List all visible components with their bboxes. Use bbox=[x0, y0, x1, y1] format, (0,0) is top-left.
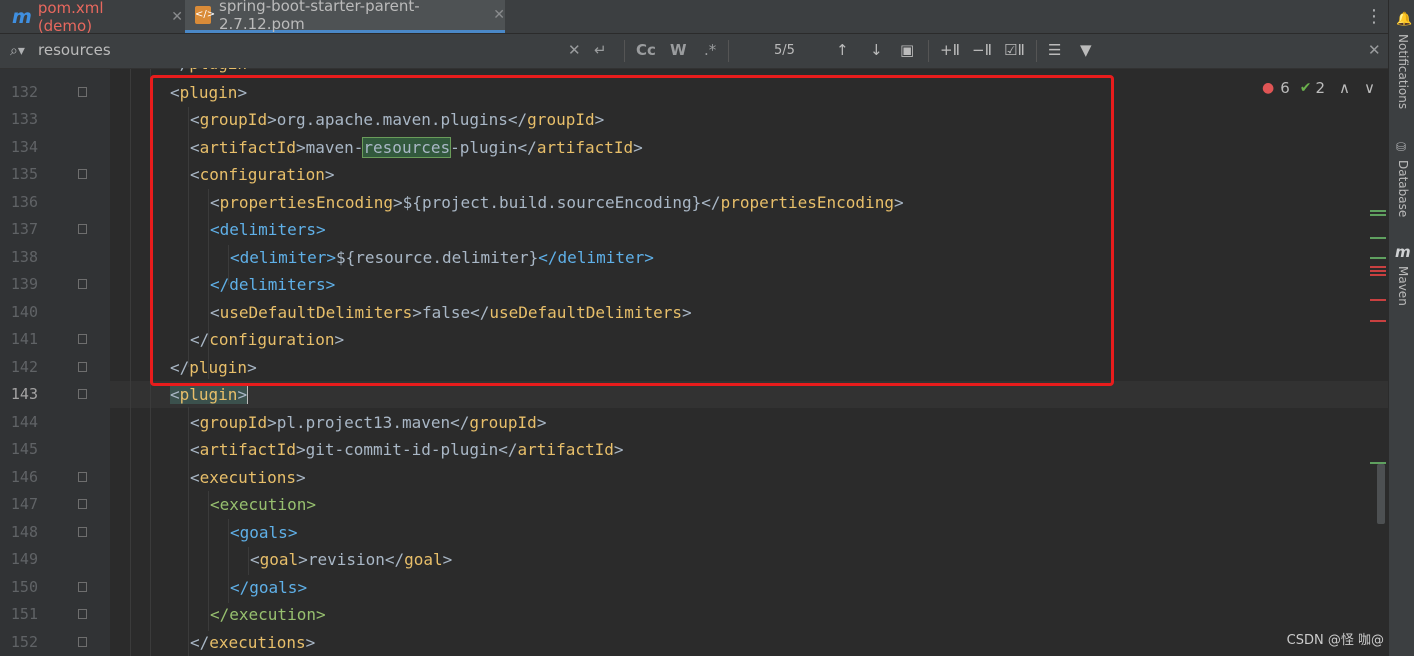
line-number: 142 bbox=[10, 357, 38, 376]
remove-occurrence-icon[interactable]: −Ⅱ bbox=[972, 41, 992, 59]
database-icon[interactable]: ⛁ bbox=[1396, 140, 1406, 154]
line-number: 145 bbox=[10, 440, 38, 458]
filter-search-results-icon[interactable]: ☰ bbox=[1048, 41, 1061, 59]
match-case-icon[interactable]: Cc bbox=[636, 41, 656, 59]
line-number: 139 bbox=[10, 275, 38, 293]
line-number: 140 bbox=[10, 302, 38, 321]
tab-pom-demo[interactable]: m pom.xml (demo) ✕ bbox=[0, 0, 183, 35]
line-number: 152 bbox=[10, 632, 38, 651]
watermark: CSDN @怪 咖@ bbox=[1286, 633, 1384, 648]
code-text: <execution> bbox=[210, 495, 316, 514]
line-number: 144 bbox=[10, 412, 38, 431]
tab-spring-boot-starter-parent[interactable]: </> spring-boot-starter-parent-2.7.12.po… bbox=[185, 0, 505, 33]
regex-icon[interactable]: .* bbox=[704, 41, 716, 59]
find-bar: ⌕▾ resources ✕ ↵ Cc W .* 5/5 ↑ ↓ ▣ +Ⅱ −Ⅱ… bbox=[0, 34, 1388, 69]
code-text: <executions> bbox=[190, 467, 306, 487]
new-line-icon[interactable]: ↵ bbox=[594, 41, 607, 59]
line-number: 147 bbox=[10, 495, 38, 513]
code-text: <artifactId>git-commit-id-plugin</artifa… bbox=[190, 440, 624, 459]
line-number: 136 bbox=[10, 192, 38, 211]
previous-highlighted-error-icon[interactable]: ∧ bbox=[1339, 79, 1350, 97]
tab-label: pom.xml (demo) bbox=[37, 0, 104, 35]
editor-tab-bar: m pom.xml (demo) ✕ </> spring-boot-start… bbox=[0, 0, 1388, 35]
error-count: 6 bbox=[1280, 79, 1290, 97]
fold-marker-icon[interactable] bbox=[78, 609, 87, 619]
line-number: 141 bbox=[10, 330, 38, 348]
words-icon[interactable]: W bbox=[670, 41, 687, 59]
match-count: 5/5 bbox=[774, 43, 795, 58]
vertical-scrollbar[interactable] bbox=[1377, 464, 1385, 524]
next-highlighted-error-icon[interactable]: ∨ bbox=[1364, 79, 1375, 97]
tab-label: spring-boot-starter-parent-2.7.12.pom bbox=[219, 0, 420, 33]
inspection-widget[interactable]: ● 6 ✔ 2 ∧ ∨ bbox=[1262, 79, 1375, 97]
code-text: </execution> bbox=[210, 605, 326, 624]
line-number: 143 bbox=[10, 385, 38, 403]
line-number: 149 bbox=[10, 550, 38, 568]
fold-marker-icon[interactable] bbox=[78, 279, 87, 289]
fold-marker-icon[interactable] bbox=[78, 636, 87, 647]
line-number: 132 bbox=[10, 82, 38, 101]
close-icon[interactable]: ✕ bbox=[171, 9, 183, 25]
code-text: <goal>revision</goal> bbox=[250, 550, 453, 569]
line-number: 134 bbox=[10, 137, 38, 156]
code-line[interactable]: 150 </goals> bbox=[0, 574, 1388, 601]
search-icon[interactable]: ⌕▾ bbox=[10, 43, 25, 59]
code-line[interactable]: 152 </executions> bbox=[0, 629, 1388, 656]
filter-icon[interactable]: ▼ bbox=[1080, 41, 1092, 59]
fold-marker-icon[interactable] bbox=[78, 361, 87, 372]
line-number: 138 bbox=[10, 247, 38, 266]
line-number: 151 bbox=[10, 605, 38, 623]
fold-marker-icon[interactable] bbox=[78, 169, 87, 179]
line-number: 137 bbox=[10, 220, 38, 238]
maven-icon[interactable]: m bbox=[1395, 243, 1411, 261]
warning-count: 2 bbox=[1315, 79, 1326, 97]
code-text: <goals> bbox=[230, 522, 298, 542]
fold-marker-icon[interactable] bbox=[78, 389, 87, 399]
open-in-window-icon[interactable]: ▣ bbox=[900, 41, 914, 59]
clear-search-icon[interactable]: ✕ bbox=[568, 41, 581, 59]
code-line[interactable]: 149 <goal>revision</goal> bbox=[0, 546, 1388, 573]
highlight-box bbox=[150, 75, 1114, 386]
add-occurrence-icon[interactable]: +Ⅱ bbox=[940, 41, 960, 59]
xml-file-icon: </> bbox=[195, 6, 215, 24]
database-panel-button[interactable]: Database bbox=[1396, 160, 1410, 217]
line-number: 146 bbox=[10, 467, 38, 486]
fold-marker-icon[interactable] bbox=[78, 581, 87, 592]
code-text: <groupId>pl.project13.maven</groupId> bbox=[190, 412, 547, 432]
code-line[interactable]: 146 <executions> bbox=[0, 464, 1388, 491]
fold-marker-icon[interactable] bbox=[78, 499, 87, 509]
fold-marker-icon[interactable] bbox=[78, 526, 87, 537]
error-icon: ● bbox=[1262, 80, 1275, 96]
select-all-occurrences-icon[interactable]: ☑Ⅱ bbox=[1004, 41, 1025, 59]
code-line[interactable]: 145 <artifactId>git-commit-id-plugin</art… bbox=[0, 436, 1388, 463]
line-number: 150 bbox=[10, 577, 38, 596]
code-line[interactable]: 151 </execution> bbox=[0, 601, 1388, 628]
code-line[interactable]: 144 <groupId>pl.project13.maven</groupId> bbox=[0, 409, 1388, 436]
code-line[interactable]: 148 <goals> bbox=[0, 519, 1388, 546]
maven-icon: m bbox=[12, 5, 32, 28]
fold-marker-icon[interactable] bbox=[78, 334, 87, 344]
close-find-bar-icon[interactable]: ✕ bbox=[1368, 41, 1381, 59]
fold-marker-icon[interactable] bbox=[78, 86, 87, 97]
code-text: </goals> bbox=[230, 577, 308, 597]
maven-panel-button[interactable]: Maven bbox=[1396, 266, 1410, 306]
notifications-icon[interactable]: 🔔 bbox=[1396, 12, 1412, 27]
notifications-panel-button[interactable]: Notifications bbox=[1396, 34, 1410, 109]
fold-marker-icon[interactable] bbox=[78, 224, 87, 234]
code-text: </executions> bbox=[190, 632, 316, 652]
right-tool-strip: 🔔 Notifications ⛁ Database m Maven bbox=[1388, 0, 1414, 656]
next-occurrence-icon[interactable]: ↓ bbox=[870, 41, 883, 59]
line-number: 148 bbox=[10, 522, 38, 541]
previous-occurrence-icon[interactable]: ↑ bbox=[836, 41, 849, 59]
line-number: 135 bbox=[10, 165, 38, 183]
more-options-icon[interactable]: ⋮ bbox=[1365, 6, 1383, 27]
close-icon[interactable]: ✕ bbox=[493, 7, 505, 23]
warning-icon: ✔ bbox=[1299, 80, 1312, 96]
line-number: 133 bbox=[10, 110, 38, 128]
search-input[interactable]: resources bbox=[38, 41, 111, 59]
code-line[interactable]: 147 <execution> bbox=[0, 491, 1388, 518]
fold-marker-icon[interactable] bbox=[78, 471, 87, 482]
